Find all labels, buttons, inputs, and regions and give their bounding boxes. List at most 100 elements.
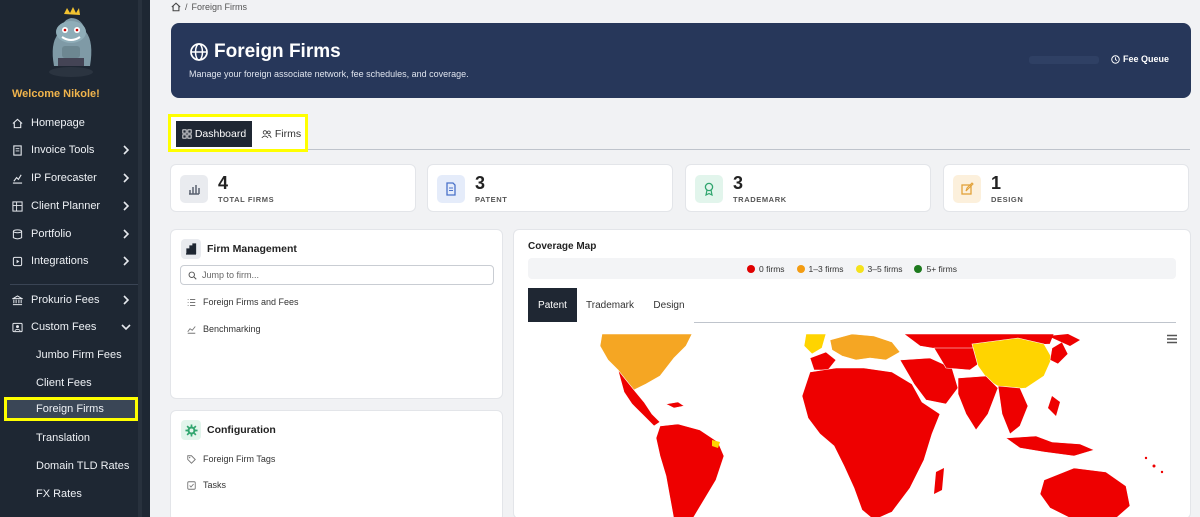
tabs-divider xyxy=(308,149,1190,150)
sidebar-item-invoice-tools[interactable]: Invoice Tools xyxy=(0,137,150,163)
stat-value: 4 xyxy=(218,173,229,193)
configuration-card: Configuration Foreign Firm Tags Tasks xyxy=(170,410,503,517)
region-australia xyxy=(1039,467,1131,517)
coverage-map-card: Coverage Map 0 firms 1–3 firms 3–5 firms… xyxy=(513,229,1191,517)
checkbox-icon xyxy=(187,480,196,490)
region-europe-west xyxy=(809,351,837,371)
sidebar-item-label: Portfolio xyxy=(31,228,72,240)
legend-item-5plus-firms[interactable]: 5+ firms xyxy=(914,264,957,274)
clock-icon xyxy=(1111,54,1120,64)
map-tab-design[interactable]: Design xyxy=(644,288,694,322)
stat-label: DESIGN xyxy=(991,195,1024,204)
grid-icon xyxy=(11,200,23,212)
mascot-logo xyxy=(49,7,93,77)
document-icon xyxy=(437,175,465,203)
stat-card-total-firms: 4 TOTAL FIRMS xyxy=(170,164,416,212)
fee-queue-button[interactable]: Fee Queue xyxy=(1111,54,1169,64)
sidebar-item-ip-forecaster[interactable]: IP Forecaster xyxy=(0,165,150,191)
legend-swatch xyxy=(747,264,756,273)
sidebar-item-custom-fees[interactable]: Custom Fees xyxy=(0,314,150,340)
sidebar-item-prokurio-fees[interactable]: Prokurio Fees xyxy=(0,287,150,313)
legend-item-0-firms[interactable]: 0 firms xyxy=(747,264,785,274)
list-icon xyxy=(187,298,196,306)
sidebar-sub-domain-tld-rates[interactable]: Domain TLD Rates xyxy=(0,453,150,479)
home-icon xyxy=(11,117,23,129)
home-icon[interactable] xyxy=(171,2,181,12)
chevron-right-icon xyxy=(123,256,130,266)
database-icon xyxy=(11,228,23,240)
chevron-right-icon xyxy=(123,201,130,211)
region-pacific-island xyxy=(1152,464,1156,468)
building-icon xyxy=(181,239,201,259)
edit-icon xyxy=(953,175,981,203)
sidebar-sub-client-fees[interactable]: Client Fees xyxy=(0,370,150,396)
stat-value: 1 xyxy=(991,173,1002,193)
gear-icon xyxy=(181,420,201,440)
chevron-right-icon xyxy=(123,145,130,155)
sidebar-sub-foreign-firms[interactable]: Foreign Firms xyxy=(4,397,138,421)
sidebar-item-label: Custom Fees xyxy=(31,321,97,333)
sidebar-sub-translation[interactable]: Translation xyxy=(0,425,150,451)
legend-label: 3–5 firms xyxy=(867,263,903,274)
tab-firms[interactable]: Firms xyxy=(256,121,306,147)
card-header: Firm Management xyxy=(181,239,297,259)
world-map[interactable] xyxy=(574,330,1180,517)
sidebar-sub-fx-rates[interactable]: FX Rates xyxy=(0,481,150,507)
region-europe xyxy=(829,333,901,361)
link-foreign-firms-and-fees[interactable]: Foreign Firms and Fees xyxy=(187,297,299,307)
breadcrumb-separator: / xyxy=(185,2,188,12)
map-tab-patent[interactable]: Patent xyxy=(528,288,577,322)
page-subtitle: Manage your foreign associate network, f… xyxy=(189,69,469,79)
link-tasks[interactable]: Tasks xyxy=(187,480,226,490)
sidebar-item-integrations[interactable]: Integrations xyxy=(0,248,150,274)
region-pacific-island xyxy=(1160,470,1164,474)
stat-label: PATENT xyxy=(475,195,508,204)
region-indonesia xyxy=(1005,435,1095,457)
link-label: Benchmarking xyxy=(203,324,261,334)
legend-label: 1–3 firms xyxy=(808,263,844,274)
tab-label: Dashboard xyxy=(194,128,247,140)
sidebar-item-label: Invoice Tools xyxy=(31,144,95,156)
page-title: Foreign Firms xyxy=(189,41,341,63)
sidebar-item-homepage[interactable]: Homepage xyxy=(0,110,150,136)
region-caribbean xyxy=(665,401,685,409)
legend-item-3-5-firms[interactable]: 3–5 firms xyxy=(855,263,903,274)
legend-item-1-3-firms[interactable]: 1–3 firms xyxy=(796,263,844,274)
jump-to-firm-input[interactable]: Jump to firm... xyxy=(180,265,494,285)
firm-management-card: Firm Management Jump to firm... Foreign … xyxy=(170,229,503,399)
search-icon xyxy=(188,271,197,280)
card-title: Configuration xyxy=(207,424,276,436)
region-north-america xyxy=(599,333,693,391)
user-card-icon xyxy=(11,321,23,333)
dashboard-icon xyxy=(182,129,192,139)
sidebar-item-label: IP Forecaster xyxy=(31,172,97,184)
region-southeast-asia xyxy=(997,385,1029,435)
link-label: Foreign Firms and Fees xyxy=(203,297,299,307)
legend-swatch xyxy=(914,264,923,273)
trend-icon xyxy=(187,325,196,334)
sidebar-item-portfolio[interactable]: Portfolio xyxy=(0,221,150,247)
link-foreign-firm-tags[interactable]: Foreign Firm Tags xyxy=(187,454,275,464)
chevron-down-icon xyxy=(121,324,131,331)
card-title: Firm Management xyxy=(207,243,297,255)
bar-chart-icon xyxy=(180,175,208,203)
coverage-map-title: Coverage Map xyxy=(528,241,597,252)
fee-queue-label: Fee Queue xyxy=(1123,54,1170,64)
sidebar-item-client-planner[interactable]: Client Planner xyxy=(0,193,150,219)
sidebar-divider xyxy=(10,284,138,285)
page-title-text: Foreign Firms xyxy=(214,41,341,62)
sidebar-item-label: Homepage xyxy=(31,117,85,129)
sidebar-sub-jumbo-firm-fees[interactable]: Jumbo Firm Fees xyxy=(0,342,150,368)
stat-card-design: 1 DESIGN xyxy=(943,164,1189,212)
hidden-action[interactable] xyxy=(1029,56,1099,64)
tab-dashboard[interactable]: Dashboard xyxy=(176,121,252,147)
sidebar-scrollbar[interactable] xyxy=(138,0,142,517)
page-header-banner: Foreign Firms Manage your foreign associ… xyxy=(171,23,1191,98)
legend-swatch xyxy=(855,264,864,273)
stat-label: TRADEMARK xyxy=(733,195,787,204)
link-benchmarking[interactable]: Benchmarking xyxy=(187,324,261,334)
map-tabs-divider xyxy=(694,322,1176,323)
region-japan xyxy=(1049,341,1069,365)
region-north-atlantic xyxy=(803,333,827,355)
map-tab-trademark[interactable]: Trademark xyxy=(579,288,641,322)
